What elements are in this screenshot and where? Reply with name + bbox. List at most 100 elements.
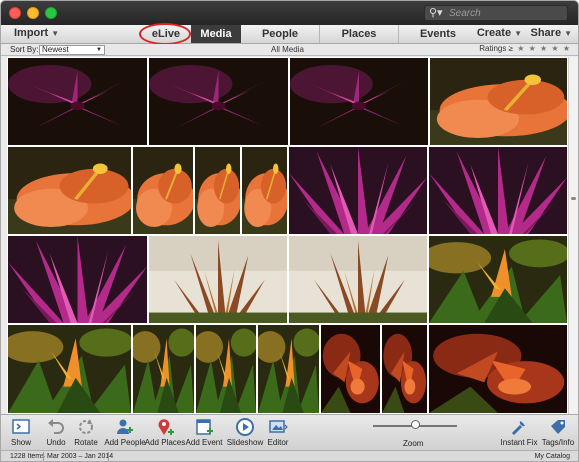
editor-button[interactable]: Editor <box>256 417 300 447</box>
red-croton-image <box>382 325 427 413</box>
add-event-label: Add Event <box>185 438 223 447</box>
import-label: Import <box>14 27 49 39</box>
photo-thumbnail[interactable] <box>320 324 381 414</box>
zoom-window-button[interactable] <box>45 7 57 19</box>
photo-thumbnail[interactable] <box>428 146 568 235</box>
rating-star-icon[interactable]: ★ <box>551 44 558 53</box>
sort-by-label: Sort By: <box>10 45 39 54</box>
rating-star-icon[interactable]: ★ <box>517 44 524 53</box>
ratings-operator[interactable]: ≥ <box>509 44 513 53</box>
chevron-down-icon: ▼ <box>564 29 572 38</box>
tags-info-label: Tags/Info <box>541 438 575 447</box>
brown-bromeliad-image <box>149 236 287 323</box>
photo-thumbnail[interactable] <box>288 235 428 324</box>
instant-fix-button[interactable]: Instant Fix <box>497 417 541 447</box>
vertical-scrollbar[interactable] <box>568 57 578 414</box>
zoom-slider[interactable] <box>373 420 457 430</box>
rating-star-icon[interactable]: ★ <box>563 44 570 53</box>
sort-dropdown[interactable]: Newest ▼ <box>39 45 105 55</box>
purple-lily-image <box>149 58 288 145</box>
tags-info-button[interactable]: Tags/Info <box>536 417 578 447</box>
red-croton-image <box>429 325 567 413</box>
zoom-knob[interactable] <box>411 420 420 429</box>
photo-thumbnail[interactable] <box>132 324 195 414</box>
orange-hibiscus-image <box>8 147 131 234</box>
tab-elive[interactable]: eLive <box>141 25 191 43</box>
tab-people[interactable]: People <box>241 25 319 43</box>
photo-thumbnail[interactable] <box>428 235 568 324</box>
photo-thumbnail[interactable] <box>7 146 132 235</box>
chevron-down-icon: ▼ <box>514 29 522 38</box>
search-input[interactable] <box>449 6 564 20</box>
share-label: Share <box>530 27 562 39</box>
photo-thumbnail[interactable] <box>288 146 428 235</box>
editor-label: Editor <box>267 438 289 447</box>
add-event-button[interactable]: Add Event <box>181 417 227 447</box>
photo-thumbnail[interactable] <box>7 57 148 146</box>
photo-thumbnail[interactable] <box>257 324 320 414</box>
purple-bromeliad-image <box>429 147 567 234</box>
view-title: All Media <box>271 45 304 54</box>
bird-of-paradise-image <box>196 325 256 413</box>
rating-star-icon[interactable]: ★ <box>529 44 536 53</box>
tab-media[interactable]: Media <box>191 25 241 43</box>
minimize-window-button[interactable] <box>27 7 39 19</box>
add-people-icon <box>117 419 133 434</box>
close-window-button[interactable] <box>9 7 21 19</box>
bird-of-paradise-image <box>258 325 319 413</box>
search-icon[interactable]: ⚲▾ <box>429 7 443 20</box>
status-divider <box>108 452 109 461</box>
ratings-filter: Ratings ≥ ★ ★ ★ ★ ★ <box>479 44 570 53</box>
search-box[interactable]: ⚲▾ <box>424 5 568 21</box>
import-menu[interactable]: Import ▼ <box>14 27 59 39</box>
photo-thumbnail[interactable] <box>7 235 148 324</box>
rating-star-icon[interactable]: ★ <box>540 44 547 53</box>
photo-thumbnail[interactable] <box>7 324 132 414</box>
photo-thumbnail[interactable] <box>289 57 429 146</box>
red-croton-image <box>321 325 380 413</box>
media-grid <box>7 57 568 414</box>
photo-thumbnail[interactable] <box>428 324 568 414</box>
photo-thumbnail[interactable] <box>148 235 288 324</box>
tag-icon <box>551 420 565 434</box>
play-icon <box>236 418 254 436</box>
title-bar: ⚲▾ <box>1 1 578 25</box>
photo-thumbnail[interactable] <box>241 146 288 235</box>
tab-events[interactable]: Events <box>399 25 477 43</box>
orange-hibiscus-image <box>242 147 287 234</box>
rotate-icon <box>79 419 93 434</box>
bird-of-paradise-image <box>8 325 131 413</box>
bird-of-paradise-image <box>429 236 567 323</box>
sort-bar: Sort By: Newest ▼ All Media Ratings ≥ ★ … <box>1 44 578 56</box>
tab-places[interactable]: Places <box>320 25 398 43</box>
photo-thumbnail[interactable] <box>195 324 257 414</box>
app-window: ⚲▾ Import▼ eLive Media People Places Eve… <box>0 0 579 462</box>
wrench-icon <box>511 421 525 436</box>
catalog-name[interactable]: My Catalog <box>535 453 570 460</box>
photo-thumbnail[interactable] <box>132 146 194 235</box>
instant-fix-label: Instant Fix <box>500 438 538 447</box>
tab-elive-wrapper: eLive <box>139 23 191 45</box>
bottom-toolbar: Show Undo Rotate Add People Add Places A… <box>1 414 578 450</box>
scrollbar-thumb[interactable] <box>571 197 576 200</box>
photo-thumbnail[interactable] <box>429 57 568 146</box>
map-pin-icon <box>158 419 174 435</box>
menu-bar: Import ▼ eLive Media People Places Events… <box>1 23 578 45</box>
panel-toggle-icon <box>12 419 30 434</box>
chevron-down-icon: ▼ <box>51 29 60 38</box>
photo-thumbnail[interactable] <box>194 146 241 235</box>
orange-hibiscus-image <box>133 147 193 234</box>
brown-bromeliad-image <box>289 236 427 323</box>
zoom-label: Zoom <box>403 439 424 448</box>
create-menu[interactable]: Create ▼ <box>477 27 522 39</box>
purple-lily-image <box>8 58 147 145</box>
share-menu[interactable]: Share ▼ <box>531 27 573 39</box>
view-tabs: eLive Media People Places Events <box>139 23 477 45</box>
orange-hibiscus-image <box>430 58 567 145</box>
photo-thumbnail[interactable] <box>148 57 289 146</box>
create-label: Create <box>476 27 512 39</box>
bird-of-paradise-image <box>133 325 194 413</box>
orange-hibiscus-image <box>195 147 240 234</box>
photo-thumbnail[interactable] <box>381 324 428 414</box>
date-range: Mar 2003 – Jan 2014 <box>47 453 114 460</box>
